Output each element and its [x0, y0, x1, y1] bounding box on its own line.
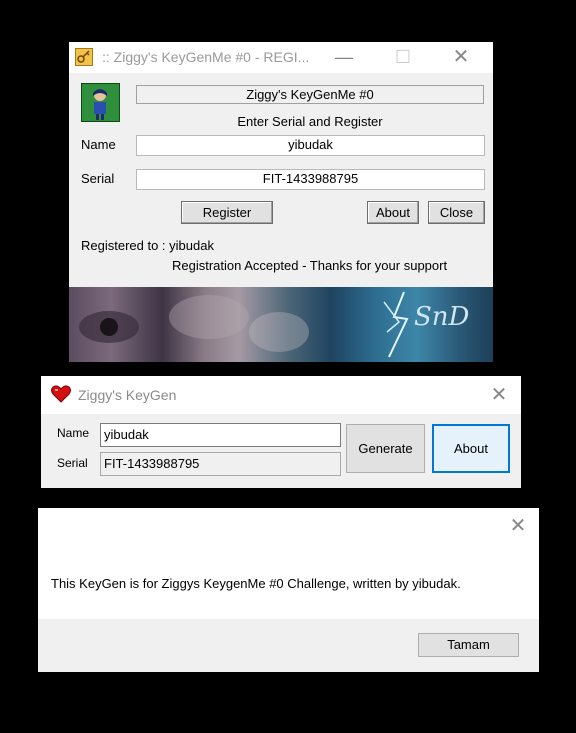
about-button[interactable]: About [367, 201, 419, 224]
keygenme-window: :: Ziggy's KeyGenMe #0 - REGI... — ☐ ✕ Z… [69, 42, 493, 362]
key-icon [75, 48, 93, 66]
maximize-button[interactable]: ☐ [391, 48, 415, 66]
window-title: :: Ziggy's KeyGenMe #0 - REGI... [102, 49, 310, 65]
window-title: Ziggy's KeyGen [78, 387, 177, 403]
close-button[interactable]: Close [428, 201, 485, 224]
name-label: Name [81, 137, 116, 152]
status-text: Registration Accepted - Thanks for your … [172, 258, 448, 273]
name-input[interactable]: yibudak [100, 423, 341, 447]
name-label: Name [57, 426, 90, 440]
title-bar[interactable]: :: Ziggy's KeyGenMe #0 - REGI... — ☐ ✕ [69, 42, 493, 73]
heart-icon [51, 385, 71, 403]
subheader: Enter Serial and Register [237, 114, 383, 129]
dialog-message: This KeyGen is for Ziggys KeygenMe #0 Ch… [51, 576, 461, 591]
serial-input[interactable]: FIT-1433988795 [100, 452, 341, 476]
serial-label: Serial [57, 456, 88, 470]
ok-button[interactable]: Tamam [418, 633, 519, 657]
banner-text: SnD [414, 302, 470, 332]
close-window-button[interactable]: ✕ [506, 516, 530, 536]
serial-label: Serial [81, 171, 115, 186]
app-header: Ziggy's KeyGenMe #0 [136, 85, 484, 104]
message-dialog: ✕ This KeyGen is for Ziggys KeygenMe #0 … [38, 508, 539, 672]
registered-to-text: Registered to : yibudak [81, 238, 214, 253]
minimize-button[interactable]: — [332, 48, 356, 66]
character-avatar [81, 83, 120, 122]
generate-button[interactable]: Generate [346, 424, 425, 473]
serial-input[interactable]: FIT-1433988795 [136, 169, 485, 190]
title-bar[interactable]: Ziggy's KeyGen ✕ [41, 376, 521, 414]
register-button[interactable]: Register [181, 201, 273, 224]
about-button[interactable]: About [432, 424, 510, 473]
name-input[interactable]: yibudak [136, 135, 485, 156]
dialog-body: ✕ This KeyGen is for Ziggys KeygenMe #0 … [38, 508, 539, 619]
banner-image: SnD [69, 287, 493, 362]
keygen-window: Ziggy's KeyGen ✕ Name yibudak Serial FIT… [41, 376, 521, 488]
close-window-button[interactable]: ✕ [487, 385, 511, 405]
close-window-button[interactable]: ✕ [449, 47, 473, 67]
